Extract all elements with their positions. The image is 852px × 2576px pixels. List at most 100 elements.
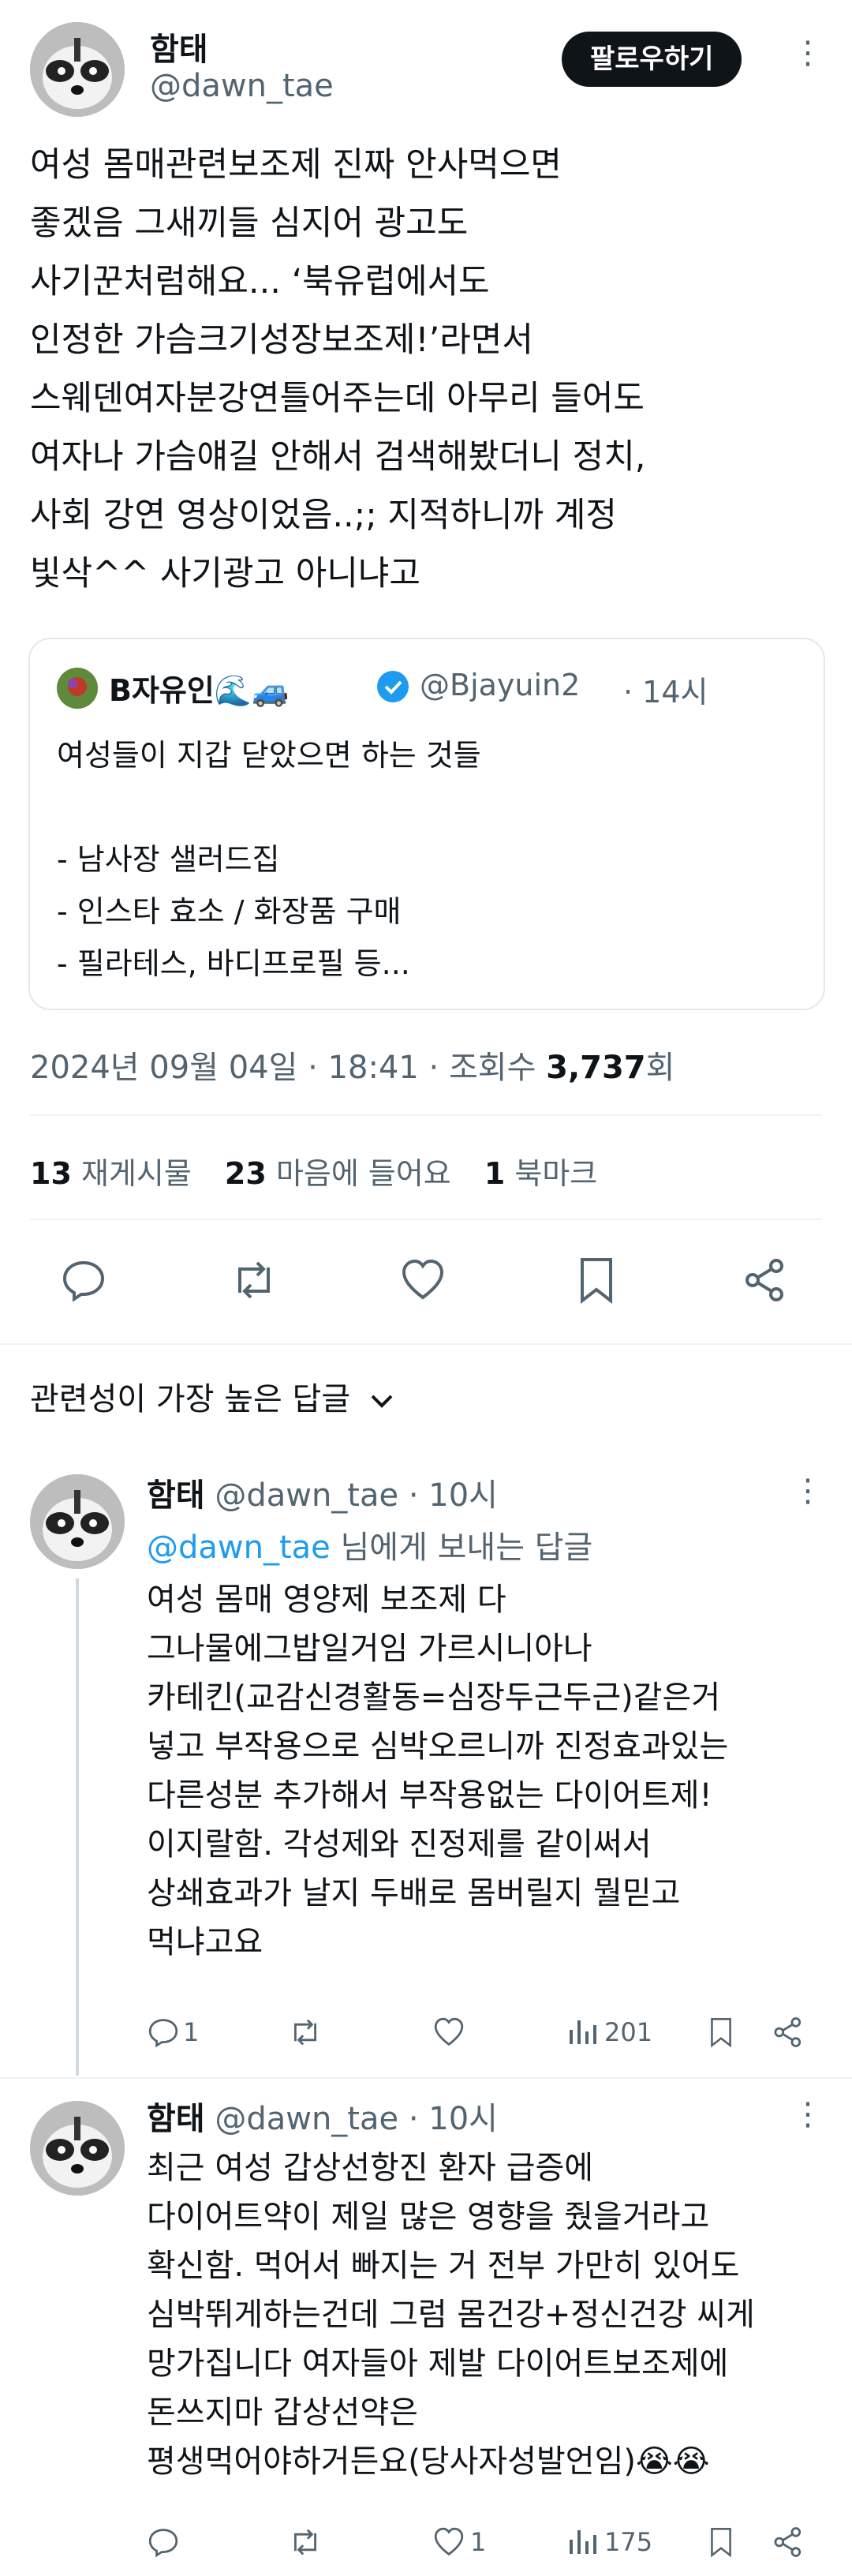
quote-line: - 남사장 샐러드집 <box>57 842 280 877</box>
quote-author-handle: @Bjayuin2 <box>420 668 581 702</box>
follow-button[interactable]: 팔로우하기 <box>562 32 742 87</box>
reply-line: 여성 몸매 영양제 보조제 다 <box>147 1582 506 1618</box>
reply-header: 함태 @dawn_tae · 10시 <box>147 2093 498 2139</box>
share-icon[interactable] <box>742 1256 789 1304</box>
sort-label: 관련성이 가장 높은 답글 <box>30 1381 351 1417</box>
post-stats: 13 재게시물 23 마음에 들어요 1 북마크 <box>30 1149 597 1193</box>
bookmark-icon[interactable] <box>574 1256 618 1304</box>
reply-action-bar: 1 201 <box>147 2012 825 2052</box>
reply-line: 다른성분 추가해서 부작용없는 다이어트제! <box>147 1777 712 1814</box>
replying-to: @dawn_tae 님에게 보내는 답글 <box>147 1522 592 1567</box>
reply-line: 확신함. 먹어서 빠지는 거 전부 가만히 있어도 <box>147 2248 740 2284</box>
share-icon[interactable] <box>772 2016 805 2049</box>
divider <box>0 1343 852 1345</box>
author-avatar[interactable] <box>30 22 125 117</box>
reply-line: 카테킨(교감신경활동=심장두근두근)같은거 <box>147 1679 721 1716</box>
retweet-icon[interactable] <box>287 2016 323 2049</box>
reply-text: 최근 여성 갑상선항진 환자 급증에 다이어트약이 제일 많은 영향을 줬을거라… <box>147 2144 833 2486</box>
timestamp-text: 2024년 09월 04일 · 18:41 · 조회수 <box>30 1050 547 1086</box>
reply-line: 상쇄효과가 날지 두배로 몸버릴지 뭘믿고 <box>147 1875 681 1911</box>
reposts-stat[interactable]: 13 재게시물 <box>30 1156 192 1191</box>
post-action-bar <box>0 1252 852 1307</box>
quoted-post-card[interactable]: B자유인🌊🚙 @Bjayuin2 · 14시 여성들이 지갑 닫았으면 하는 것… <box>28 638 825 1010</box>
divider <box>30 1219 822 1220</box>
reply-text: 여성 몸매 영양제 보조제 다 그나물에그밥일거임 가르시니아나 카테킨(교감신… <box>147 1575 825 1967</box>
reply-line: 망가집니다 여자들아 제발 다이어트보조제에 <box>147 2346 729 2382</box>
reply-icon[interactable] <box>60 1256 107 1304</box>
reply-icon[interactable] <box>147 2525 180 2559</box>
sort-dropdown[interactable]: 관련성이 가장 높은 답글 <box>30 1373 394 1419</box>
author-handle[interactable]: @dawn_tae <box>150 68 334 104</box>
replying-to-label: 님에게 보내는 답글 <box>330 1530 593 1566</box>
thread-connector <box>76 1578 79 2076</box>
post-text: 여성 몸매관련보조제 진짜 안사먹으면 좋겠음 그새끼들 심지어 광고도 사기꾼… <box>30 136 827 603</box>
quote-time: · 14시 <box>623 675 708 710</box>
reply-line: 이지랄함. 각성제와 진정제를 같이써서 <box>147 1826 652 1863</box>
like-icon[interactable] <box>432 2525 465 2559</box>
reply-line: 먹냐고요 <box>147 1924 263 1960</box>
reply-line: 평생먹어야하거든요(당사자성발언임)😭😭 <box>147 2443 710 2480</box>
quote-line: - 필라테스, 바디프로필 등... <box>57 946 410 981</box>
reply-author-handle[interactable]: @dawn_tae · 10시 <box>215 1477 498 1514</box>
raccoon-avatar-icon <box>30 1474 125 1569</box>
reply-action-bar: 1 175 <box>147 2522 825 2562</box>
reply-line: 다이어트약이 제일 많은 영향을 줬을거라고 <box>147 2199 710 2235</box>
reply-count: 1 <box>183 2017 200 2047</box>
quote-line: - 인스타 효소 / 화장품 구매 <box>57 894 402 929</box>
author-name[interactable]: 함태 <box>150 24 208 69</box>
verified-badge-icon <box>376 669 410 704</box>
bookmarks-stat[interactable]: 1 북마크 <box>484 1156 597 1191</box>
views-suffix: 회 <box>645 1050 675 1086</box>
retweet-icon[interactable] <box>287 2525 323 2559</box>
reply-icon[interactable] <box>147 2016 180 2049</box>
like-icon[interactable] <box>432 2016 465 2049</box>
quote-avatar <box>57 668 98 709</box>
post-text-line: 빛삭^^ 사기광고 아니냐고 <box>30 554 420 593</box>
views-icon[interactable] <box>568 2525 600 2557</box>
reply-author-name[interactable]: 함태 <box>147 2101 205 2137</box>
views-icon[interactable] <box>568 2016 600 2047</box>
post-text-line: 인정한 가슴크기성장보조제!’라면서 <box>30 320 533 360</box>
views-count: 175 <box>604 2527 653 2557</box>
reply-author-avatar[interactable] <box>30 2101 125 2196</box>
views-count: 201 <box>604 2017 653 2047</box>
chevron-down-icon <box>371 1395 393 1408</box>
bookmark-icon[interactable] <box>707 2525 735 2559</box>
divider <box>30 1114 822 1116</box>
likes-label: 마음에 들어요 <box>275 1156 451 1191</box>
post-text-line: 스웨덴여자분강연틀어주는데 아무리 들어도 <box>30 379 645 418</box>
reply-author-handle[interactable]: @dawn_tae · 10시 <box>215 2101 498 2137</box>
more-options-icon[interactable]: ⋮ <box>792 2096 825 2132</box>
like-count: 1 <box>470 2527 487 2557</box>
reply-header: 함태 @dawn_tae · 10시 <box>147 1470 498 1515</box>
reply-line: 심박뛰게하는건데 그럼 몸건강+정신건강 씨게 <box>147 2297 755 2333</box>
more-options-icon[interactable]: ⋮ <box>792 1473 825 1509</box>
reply-author-name[interactable]: 함태 <box>147 1477 205 1514</box>
like-icon[interactable] <box>399 1256 447 1304</box>
reply-line: 넣고 부작용으로 심박오르니까 진정효과있는 <box>147 1728 729 1765</box>
replying-to-handle[interactable]: @dawn_tae <box>147 1530 331 1566</box>
reply-line: 돈쓰지마 갑상선약은 <box>147 2394 418 2431</box>
quote-line: 여성들이 지갑 닫았으면 하는 것들 <box>57 738 481 773</box>
post-timestamp: 2024년 09월 04일 · 18:41 · 조회수 3,737회 <box>30 1042 674 1088</box>
raccoon-avatar-icon <box>30 2101 125 2196</box>
post-text-line: 좋겠음 그새끼들 심지어 광고도 <box>30 204 469 243</box>
reposts-label: 재게시물 <box>80 1156 192 1191</box>
bookmarks-count: 1 <box>484 1156 506 1191</box>
post-text-line: 사기꾼처럼해요... ‘북유럽에서도 <box>30 262 490 301</box>
more-options-icon[interactable]: ⋮ <box>792 35 825 71</box>
share-icon[interactable] <box>772 2525 805 2559</box>
reposts-count: 13 <box>30 1156 72 1191</box>
retweet-icon[interactable] <box>229 1256 279 1304</box>
post-text-line: 여자나 가슴얘길 안해서 검색해봤더니 정치, <box>30 437 646 477</box>
quote-author-name: B자유인🌊🚙 <box>109 673 290 708</box>
likes-stat[interactable]: 23 마음에 들어요 <box>225 1156 451 1191</box>
views-count: 3,737 <box>546 1050 646 1086</box>
bookmark-icon[interactable] <box>707 2016 735 2049</box>
quote-line <box>57 781 481 833</box>
post-text-line: 여성 몸매관련보조제 진짜 안사먹으면 <box>30 145 562 185</box>
quote-text: 여성들이 지갑 닫았으면 하는 것들 - 남사장 샐러드집 - 인스타 효소 /… <box>57 729 481 990</box>
bookmarks-label: 북마크 <box>514 1156 598 1191</box>
reply-author-avatar[interactable] <box>30 1474 125 1569</box>
likes-count: 23 <box>224 1156 267 1191</box>
